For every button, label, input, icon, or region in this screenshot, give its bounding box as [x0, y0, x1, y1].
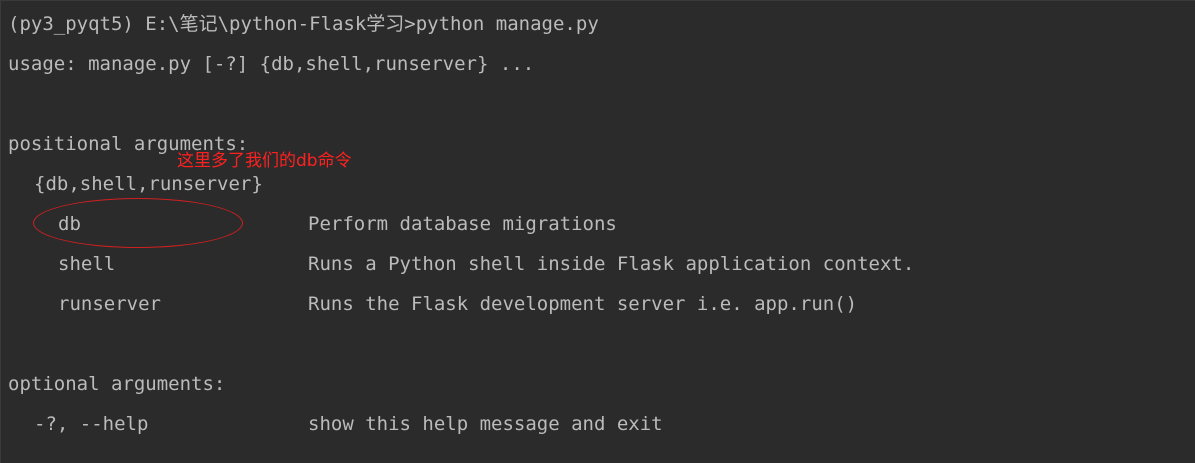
optional-arguments-header: optional arguments:	[8, 373, 226, 395]
command-description: Runs a Python shell inside Flask applica…	[308, 253, 915, 275]
command-name: shell	[58, 253, 116, 275]
usage-line: usage: manage.py [-?] {db,shell,runserve…	[8, 53, 535, 75]
terminal-window: (py3_pyqt5) E:\笔记\python-Flask学习>python …	[0, 0, 1195, 463]
subcommand-group: {db,shell,runserver}	[34, 173, 263, 195]
annotation-circle	[33, 198, 243, 248]
command-name: runserver	[58, 293, 161, 315]
annotation-label: 这里多了我们的db命令	[177, 151, 352, 171]
command-description: Runs the Flask development server i.e. a…	[308, 293, 858, 315]
option-flags: -?, --help	[34, 413, 149, 435]
command-prompt-line: (py3_pyqt5) E:\笔记\python-Flask学习>python …	[8, 13, 599, 35]
option-description: show this help message and exit	[308, 413, 663, 435]
command-description: Perform database migrations	[308, 213, 617, 235]
